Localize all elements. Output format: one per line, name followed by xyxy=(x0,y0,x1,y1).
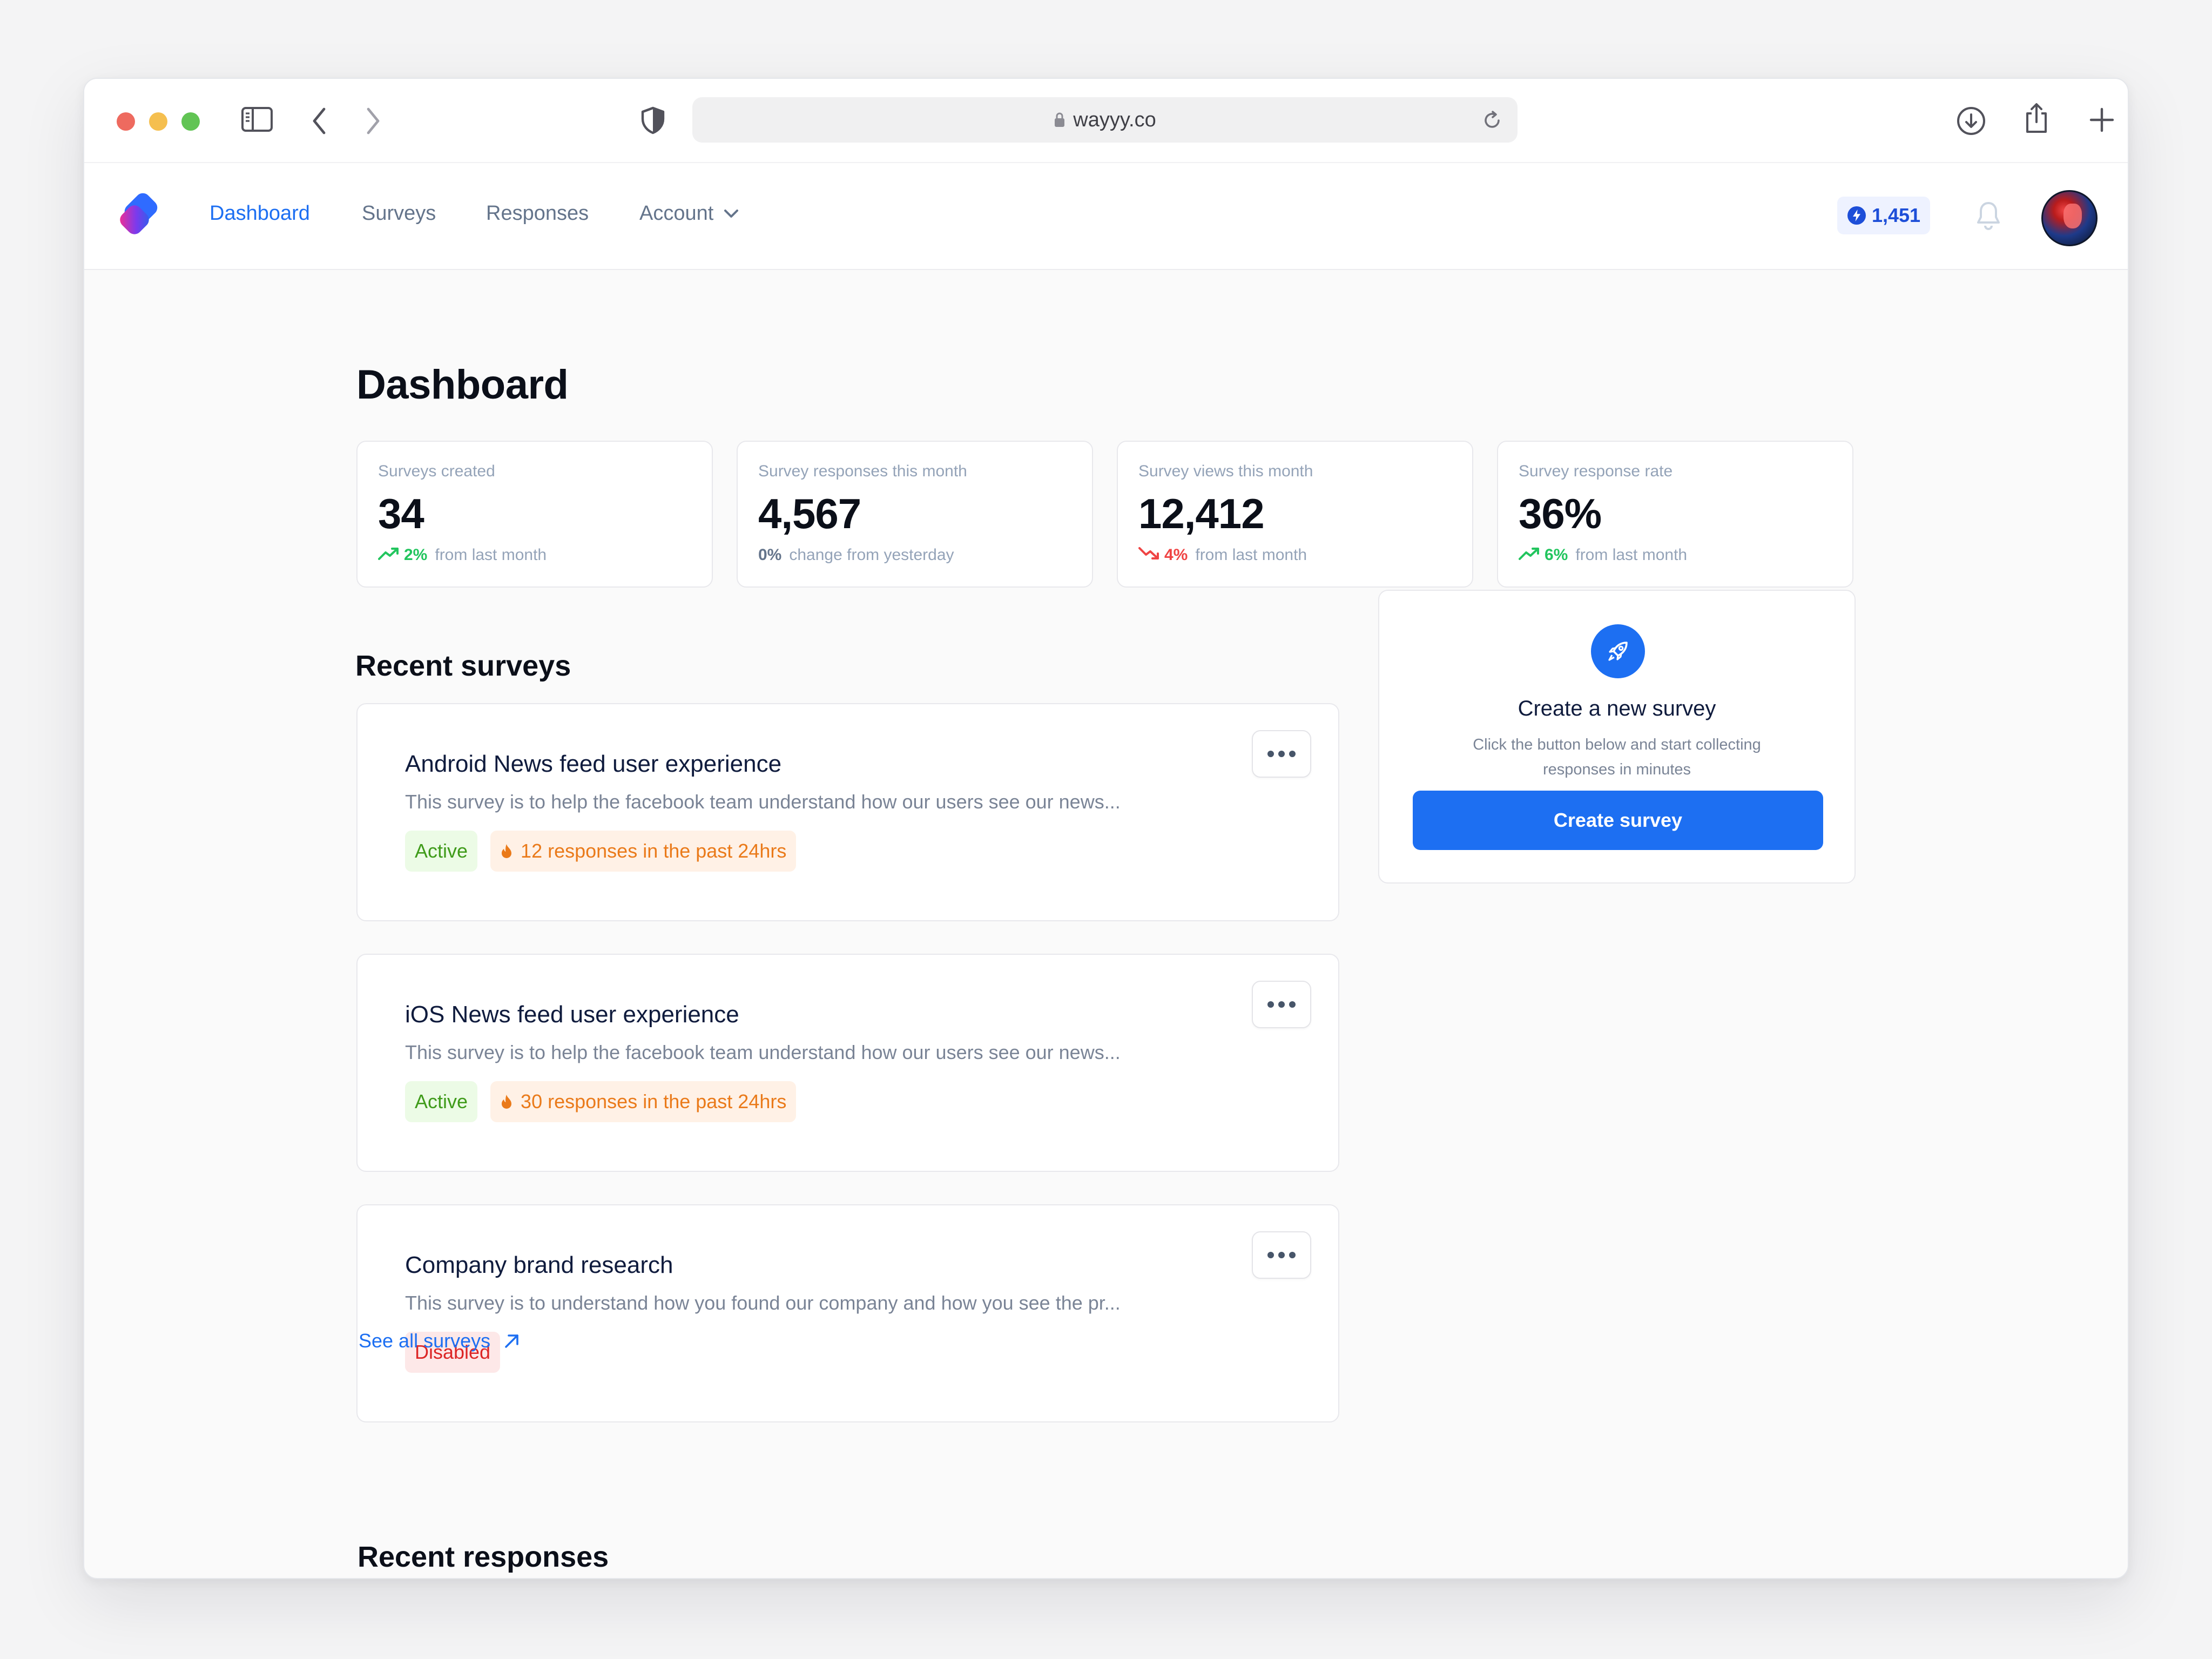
flame-icon xyxy=(500,843,513,859)
page-title: Dashboard xyxy=(356,362,569,408)
recent-surveys-heading: Recent surveys xyxy=(355,650,571,682)
back-arrow-icon[interactable] xyxy=(311,107,327,135)
rocket-icon xyxy=(1591,624,1645,678)
survey-description: This survey is to help the facebook team… xyxy=(405,1041,1121,1063)
survey-description: This survey is to help the facebook team… xyxy=(405,791,1121,813)
user-avatar[interactable] xyxy=(2041,190,2098,246)
status-badge: Active xyxy=(405,831,478,872)
sidebar-toggle-icon[interactable] xyxy=(241,106,273,133)
stat-note: from last month xyxy=(435,546,547,564)
stat-label: Survey views this month xyxy=(1138,462,1313,480)
minimize-window-button[interactable] xyxy=(149,112,167,131)
download-icon[interactable] xyxy=(1956,106,1986,136)
nav-account[interactable]: Account xyxy=(639,202,739,225)
stat-card-surveys-created: Surveys created 34 2% from last month xyxy=(356,441,713,588)
stat-label: Surveys created xyxy=(378,462,495,480)
stat-label: Survey response rate xyxy=(1519,462,1673,480)
stat-change: 4% xyxy=(1164,546,1188,564)
forward-arrow-icon[interactable] xyxy=(365,107,381,135)
responses-text: 12 responses in the past 24hrs xyxy=(521,840,787,862)
trend-up-icon xyxy=(378,546,400,564)
stat-card-views-month: Survey views this month 12,412 4% from l… xyxy=(1117,441,1473,588)
maximize-window-button[interactable] xyxy=(181,112,200,131)
browser-window: wayyy.co Dashboard Surveys Responses Acc… xyxy=(83,78,2129,1579)
recent-responses-heading: Recent responses xyxy=(358,1541,609,1573)
address-url: wayyy.co xyxy=(1073,108,1156,131)
stat-value: 36% xyxy=(1519,490,1602,537)
responses-badge: 30 responses in the past 24hrs xyxy=(490,1081,797,1122)
stat-note: from last month xyxy=(1575,546,1688,564)
flame-icon xyxy=(500,1094,513,1110)
credits-badge[interactable]: 1,451 xyxy=(1837,197,1930,234)
lock-icon xyxy=(1054,112,1065,128)
nav-surveys[interactable]: Surveys xyxy=(362,202,436,225)
stat-change: 0% xyxy=(758,546,782,564)
trend-up-icon xyxy=(1519,546,1540,564)
lightning-icon xyxy=(1847,206,1866,225)
survey-card[interactable]: Company brand research This survey is to… xyxy=(356,1204,1339,1422)
address-bar[interactable]: wayyy.co xyxy=(692,97,1518,143)
stat-value: 34 xyxy=(378,490,424,537)
stat-note: change from yesterday xyxy=(789,546,954,564)
survey-title[interactable]: iOS News feed user experience xyxy=(405,1001,739,1028)
stat-card-response-rate: Survey response rate 36% 6% from last mo… xyxy=(1497,441,1853,588)
stat-card-responses-month: Survey responses this month 4,567 0% cha… xyxy=(737,441,1093,588)
see-all-surveys-link[interactable]: See all surveys xyxy=(359,1330,521,1352)
credits-count: 1,451 xyxy=(1871,204,1921,226)
nav-dashboard[interactable]: Dashboard xyxy=(210,202,310,225)
more-options-button[interactable] xyxy=(1252,1231,1311,1279)
app-header: Dashboard Surveys Responses Account 1,45… xyxy=(84,163,2128,270)
trend-down-icon xyxy=(1138,546,1160,564)
nav-responses[interactable]: Responses xyxy=(486,202,589,225)
survey-description: This survey is to understand how you fou… xyxy=(405,1292,1121,1314)
stat-note: from last month xyxy=(1195,546,1307,564)
see-all-label: See all surveys xyxy=(359,1330,491,1352)
survey-card[interactable]: iOS News feed user experience This surve… xyxy=(356,954,1339,1172)
arrow-up-right-icon xyxy=(503,1332,521,1350)
survey-title[interactable]: Company brand research xyxy=(405,1252,673,1279)
browser-toolbar: wayyy.co xyxy=(84,79,2128,163)
stat-value: 12,412 xyxy=(1138,490,1265,537)
create-survey-description: Click the button below and start collect… xyxy=(1473,736,1761,778)
chevron-down-icon xyxy=(723,208,739,219)
survey-card[interactable]: Android News feed user experience This s… xyxy=(356,703,1339,921)
stat-label: Survey responses this month xyxy=(758,462,967,480)
more-options-button[interactable] xyxy=(1252,981,1311,1028)
create-survey-card: Create a new survey Click the button bel… xyxy=(1378,590,1856,884)
reload-icon[interactable] xyxy=(1482,109,1502,131)
stat-change: 2% xyxy=(404,546,428,564)
survey-title[interactable]: Android News feed user experience xyxy=(405,751,781,778)
shield-icon[interactable] xyxy=(640,106,665,135)
bell-icon[interactable] xyxy=(1974,200,2002,232)
status-badge: Active xyxy=(405,1081,478,1122)
more-options-button[interactable] xyxy=(1252,730,1311,778)
responses-text: 30 responses in the past 24hrs xyxy=(521,1090,787,1112)
stat-change: 6% xyxy=(1545,546,1568,564)
create-survey-title: Create a new survey xyxy=(1518,697,1716,720)
stat-value: 4,567 xyxy=(758,490,861,537)
responses-badge: 12 responses in the past 24hrs xyxy=(490,831,797,872)
brand-logo[interactable] xyxy=(117,191,165,242)
share-icon[interactable] xyxy=(2023,102,2050,135)
close-window-button[interactable] xyxy=(117,112,135,131)
new-tab-icon[interactable] xyxy=(2089,107,2115,133)
create-survey-button[interactable]: Create survey xyxy=(1413,791,1823,850)
